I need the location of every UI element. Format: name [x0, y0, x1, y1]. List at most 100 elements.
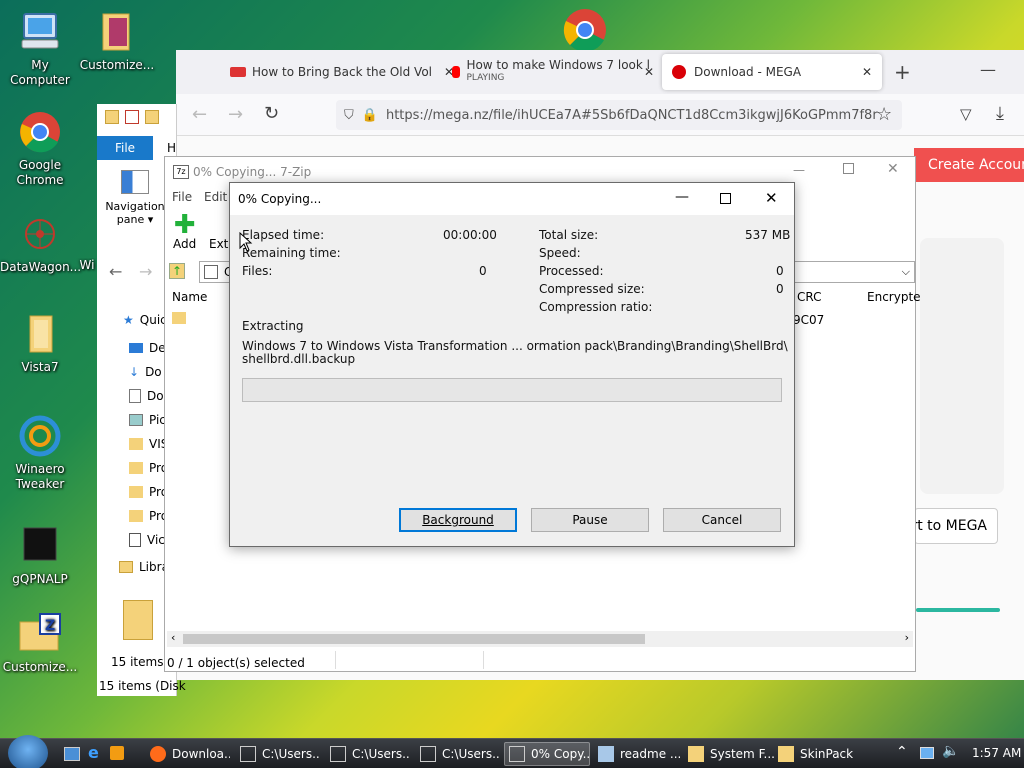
scroll-right-icon[interactable]: ›	[905, 631, 909, 644]
desktop-icon-label: Google Chrome	[16, 158, 64, 187]
folder-icon	[129, 510, 143, 522]
horizontal-scrollbar[interactable]: ‹ ›	[167, 631, 913, 647]
minimize-icon[interactable]: —	[980, 60, 996, 79]
cancel-button[interactable]: Cancel	[663, 508, 781, 532]
pictures-icon	[129, 414, 143, 426]
new-tab-icon[interactable]: +	[894, 60, 911, 84]
chrome-logo-background	[563, 8, 607, 52]
clock[interactable]: 1:57 AM	[972, 746, 1021, 760]
maximize-icon[interactable]	[843, 163, 854, 174]
network-icon	[18, 212, 62, 256]
media-player-icon[interactable]	[110, 746, 124, 760]
add-button[interactable]: ✚ Add	[173, 212, 196, 251]
scroll-thumb[interactable]	[183, 634, 645, 644]
column-encrypted[interactable]: Encrypte	[867, 290, 921, 304]
youtube-red-icon	[230, 67, 246, 77]
column-name[interactable]: Name	[172, 290, 207, 304]
mega-action-button[interactable]: rt to MEGA	[914, 508, 998, 544]
svg-text:Z: Z	[45, 618, 55, 634]
menu-edit[interactable]: Edit	[204, 190, 227, 204]
desktop-icon-my-computer[interactable]: My Computer	[0, 10, 80, 88]
taskbar-item-7zip-3[interactable]: C:\Users...	[416, 742, 500, 766]
folder-icon	[129, 486, 143, 498]
taskbar-item-7zip-1[interactable]: C:\Users...	[236, 742, 320, 766]
minimize-icon[interactable]: —	[793, 163, 805, 177]
crc-value: 9C07	[793, 313, 825, 327]
desktop-icon-label: Customize...	[79, 58, 155, 72]
dialog-titlebar: 0% Copying... — ✕	[230, 183, 794, 215]
desktop-icon-customize-1[interactable]: Customize...	[77, 10, 157, 73]
desktop-icon-vista7[interactable]: Vista7	[0, 312, 80, 375]
taskbar-item-readme[interactable]: readme ...	[594, 742, 680, 766]
menu-file[interactable]: File	[172, 190, 192, 204]
quick-access[interactable]: ★ Quic	[123, 313, 167, 327]
ie-icon[interactable]: e	[88, 743, 99, 762]
taskbar-item-system-folder[interactable]: System F...	[684, 742, 774, 766]
back-icon[interactable]: ←	[192, 104, 207, 125]
library-icon	[119, 561, 133, 573]
desktop-icon-customize-2[interactable]: Z Customize...	[0, 612, 80, 675]
start-button[interactable]	[8, 735, 48, 768]
mega-progress-line	[916, 608, 1000, 612]
desktop-icon-google-chrome[interactable]: Google Chrome	[0, 110, 80, 188]
background-button[interactable]: Background	[399, 508, 517, 532]
maximize-icon[interactable]	[720, 193, 731, 204]
back-icon[interactable]: ←	[109, 262, 122, 281]
ribbon-tab-h[interactable]: H	[167, 141, 176, 155]
desktop-icon-label: Winaero Tweaker	[15, 462, 65, 491]
black-file-icon	[18, 524, 62, 568]
browser-tab-3[interactable]: Download - MEGA ✕	[662, 54, 882, 90]
taskbar-item-7zip-2[interactable]: C:\Users...	[326, 742, 410, 766]
taskbar-item-firefox[interactable]: Downloa...	[146, 742, 230, 766]
network-tray-icon[interactable]	[920, 747, 934, 759]
browser-tab-2[interactable]: How to make Windows 7 look l PLAYING ✕	[442, 54, 660, 90]
desktop-icon-winaero-tweaker[interactable]: Winaero Tweaker	[0, 414, 80, 492]
forward-icon[interactable]: →	[139, 262, 152, 281]
status-divider	[483, 651, 484, 669]
document-icon	[129, 389, 141, 403]
7zip-icon	[509, 746, 525, 762]
chevron-down-icon[interactable]: ⌵	[902, 265, 910, 279]
column-crc[interactable]: CRC	[797, 290, 822, 304]
pocket-icon[interactable]: ▽	[960, 105, 972, 123]
taskbar-item-skinpack[interactable]: SkinPack	[774, 742, 860, 766]
show-desktop-icon[interactable]	[64, 747, 80, 761]
desktop-icon-label: My Computer	[10, 58, 70, 87]
sidebar-item-libraries[interactable]: Libra	[119, 560, 169, 574]
forward-icon[interactable]: →	[228, 104, 243, 125]
url-bar[interactable]: ⛉ 🔒 https://mega.nz/file/ihUCEa7A#5Sb6fD…	[336, 100, 902, 130]
taskbar-item-copying[interactable]: 0% Copy...	[504, 742, 590, 766]
folder-icon	[129, 438, 143, 450]
star-icon[interactable]: ☆	[876, 104, 892, 125]
dialog-title: 0% Copying...	[238, 192, 322, 206]
reload-icon[interactable]: ↻	[264, 103, 279, 124]
scroll-left-icon[interactable]: ‹	[171, 631, 175, 644]
browser-tab-1[interactable]: How to Bring Back the Old Vol ✕	[220, 54, 460, 90]
item-count: 15 items	[111, 655, 164, 669]
navigation-pane-button[interactable]: Navigation pane ▾	[103, 170, 167, 226]
lock-icon: 🔒	[361, 107, 378, 123]
explorer-titlebar-icons	[105, 110, 175, 128]
close-icon[interactable]: ✕	[765, 189, 778, 207]
create-account-button[interactable]: Create Account	[914, 148, 1024, 182]
minimize-icon[interactable]: —	[675, 189, 689, 205]
url-text: https://mega.nz/file/ihUCEa7A#5Sb6fDaQNC…	[385, 107, 878, 123]
volume-icon[interactable]: 🔈	[942, 743, 959, 759]
close-icon[interactable]: ✕	[644, 65, 654, 79]
close-icon[interactable]: ✕	[887, 161, 899, 177]
file-tab[interactable]: File	[97, 136, 153, 160]
close-icon[interactable]: ✕	[862, 65, 872, 79]
download-arrow-icon: ↓	[129, 365, 140, 379]
chevron-up-icon[interactable]: ⌃	[896, 744, 908, 760]
up-folder-icon[interactable]: ↑	[169, 263, 185, 279]
copy-progress-dialog: 0% Copying... — ✕ Elapsed time: 00:00:00…	[229, 182, 795, 547]
folder-icon	[95, 10, 139, 54]
download-icon[interactable]: ⤓	[996, 103, 1004, 124]
pause-button[interactable]: Pause	[531, 508, 649, 532]
compressed-size-value: 0	[776, 282, 784, 296]
folder-icon	[18, 312, 62, 356]
desktop-icon-datawagon[interactable]: DataWagon...	[0, 212, 81, 275]
desktop-icon-gqpnalp[interactable]: gQPNALP	[0, 524, 80, 587]
folder-large-icon	[123, 600, 153, 640]
mega-card	[920, 238, 1004, 494]
